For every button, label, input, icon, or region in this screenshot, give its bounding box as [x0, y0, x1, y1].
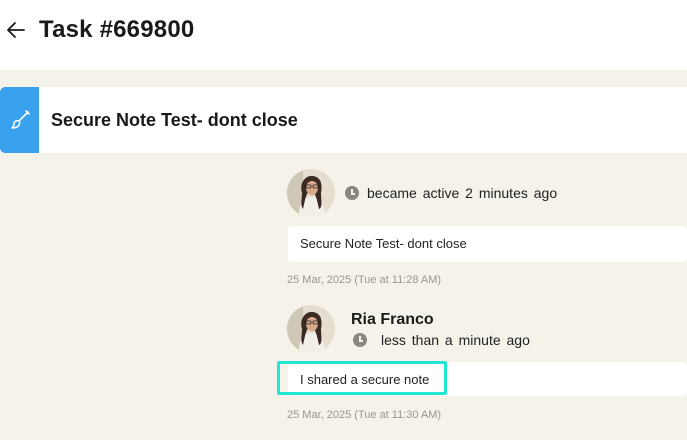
message-bubble: Secure Note Test- dont close: [288, 226, 687, 262]
author-name[interactable]: Ria Franco: [351, 311, 434, 329]
task-title: Secure Note Test- dont close: [51, 110, 298, 130]
task-content: Secure Note Test- dont close became acti…: [0, 70, 687, 440]
task-banner[interactable]: Secure Note Test- dont close: [0, 87, 687, 153]
user-photo: [287, 169, 335, 217]
back-button[interactable]: [4, 18, 28, 42]
page-title: Task #669800: [39, 16, 195, 43]
highlight-box: [277, 361, 447, 395]
page-header: Task #669800: [0, 0, 687, 70]
avatar[interactable]: [287, 305, 335, 353]
arrow-left-icon: [7, 22, 25, 38]
clock-icon: [353, 333, 367, 347]
avatar[interactable]: [287, 169, 335, 217]
brush-icon: [10, 110, 30, 129]
clock-icon: [345, 186, 359, 200]
task-icon-box: [0, 87, 39, 153]
user-photo: [287, 305, 335, 353]
message-text: Secure Note Test- dont close: [300, 236, 467, 251]
activity-status: less than a minute ago: [381, 332, 530, 348]
activity-status: became active 2 minutes ago: [367, 185, 558, 201]
message-timestamp: 25 Mar, 2025 (Tue at 11:30 AM): [287, 409, 442, 421]
message-timestamp: 25 Mar, 2025 (Tue at 11:28 AM): [287, 274, 442, 286]
